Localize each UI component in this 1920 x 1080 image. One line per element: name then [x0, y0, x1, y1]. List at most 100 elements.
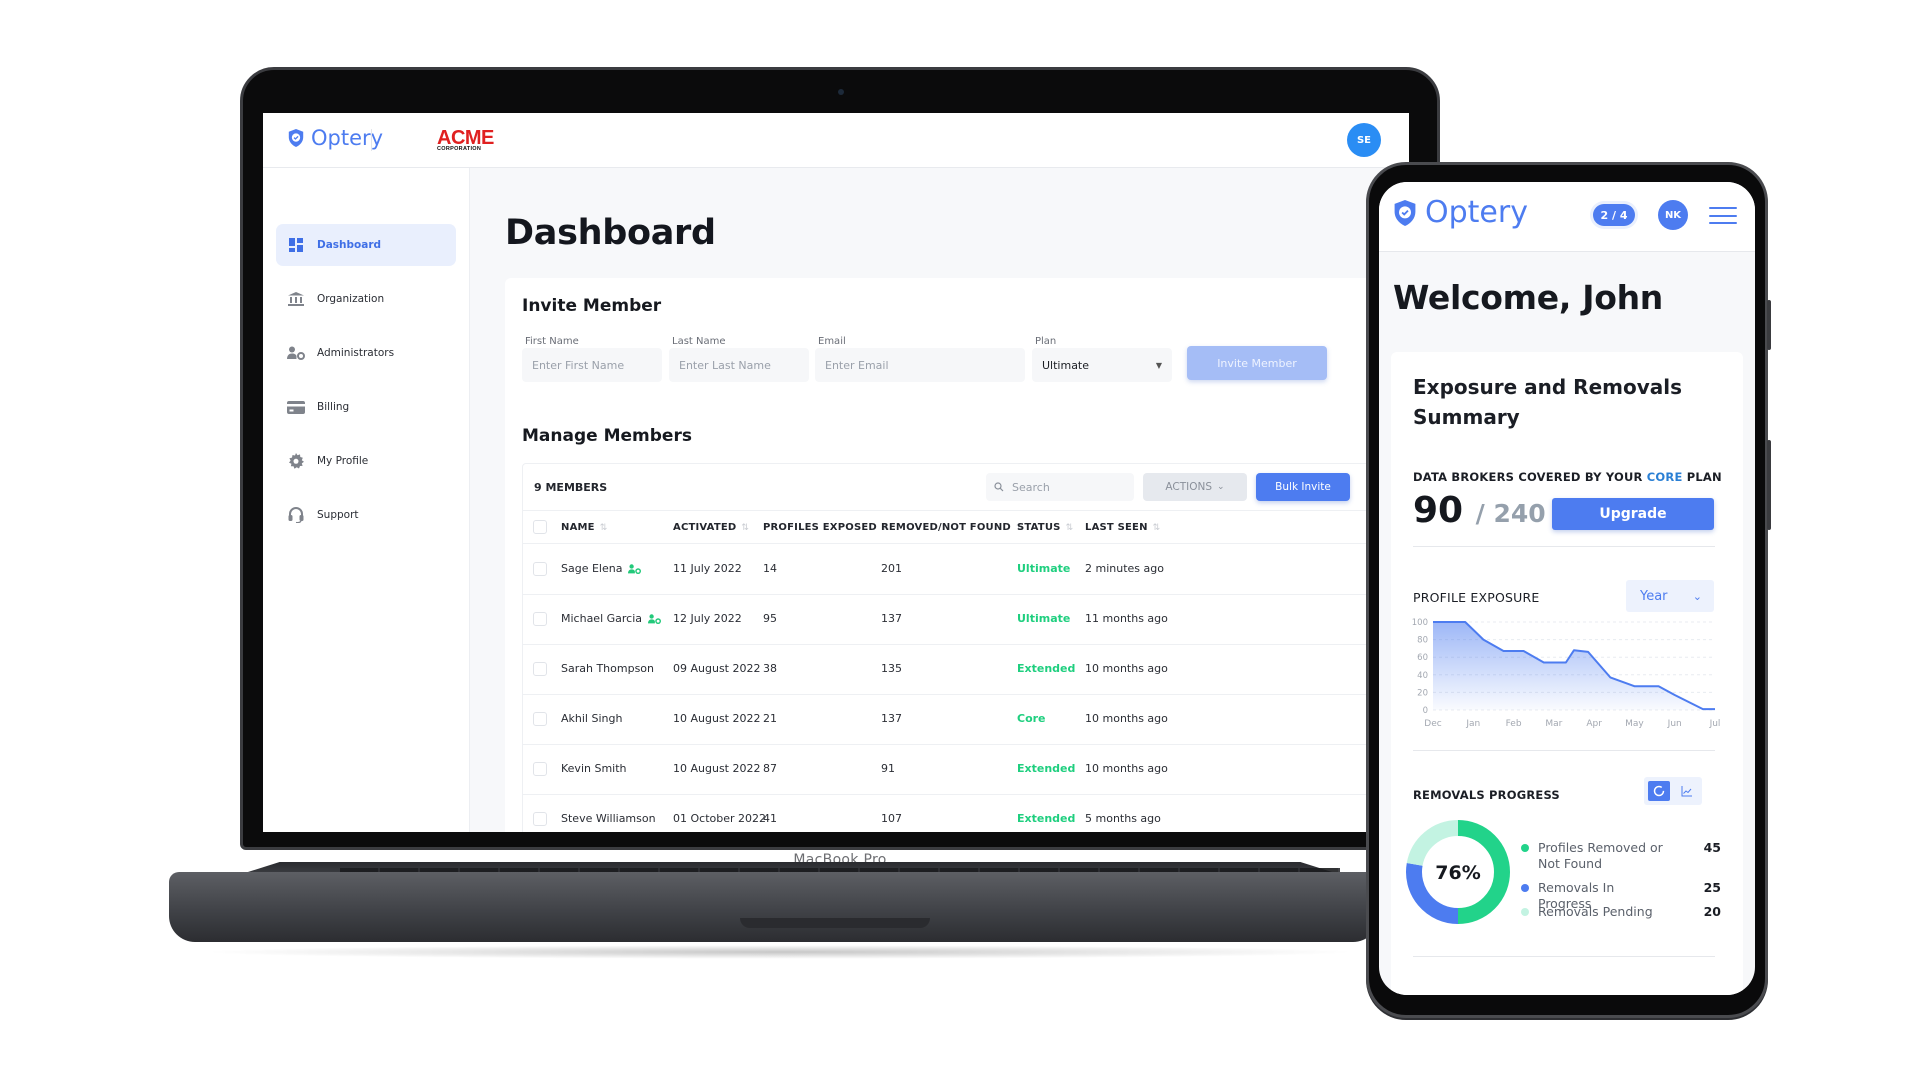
- donut-icon: [1653, 785, 1665, 797]
- column-header-removed[interactable]: REMOVED/NOT FOUND ⇅: [881, 522, 1024, 533]
- status-badge: Extended: [1017, 762, 1076, 775]
- column-label: LAST SEEN: [1085, 522, 1148, 533]
- legend-item: Profiles Removed or Not Found 45: [1521, 840, 1721, 872]
- status-badge: Core: [1017, 712, 1046, 725]
- actions-dropdown[interactable]: ACTIONS ⌄: [1143, 473, 1247, 501]
- column-label: ACTIVATED: [673, 522, 737, 533]
- table-header: NAME ⇅ ACTIVATED ⇅ PROFILES EXPOSED ⇅ REMOV…: [523, 510, 1409, 544]
- donut-center-label: 76%: [1435, 862, 1480, 884]
- slice-pending: [1406, 820, 1459, 867]
- member-name-cell: Sarah Thompson: [561, 662, 654, 675]
- row-checkbox[interactable]: [533, 612, 547, 626]
- status-badge: Extended: [1017, 662, 1076, 675]
- sidebar-item-label: Support: [317, 509, 359, 521]
- profile-exposure-chart: 0 20 40 60 80 100 Dec Jan Feb Mar Apr May Jun Jul: [1412, 618, 1721, 729]
- legend-swatch: [1521, 844, 1529, 852]
- removed-cell: 201: [881, 562, 902, 575]
- activated-cell: 12 July 2022: [673, 612, 742, 625]
- row-checkbox[interactable]: [533, 712, 547, 726]
- summary-title: Exposure and Removals Summary: [1413, 375, 1683, 429]
- phone-screen: Optery 2 / 4 NK Welcome, John Exposure a…: [1379, 182, 1755, 995]
- x-tick-label: May: [1625, 719, 1644, 729]
- search-input[interactable]: Search: [986, 473, 1134, 501]
- activated-cell: 10 August 2022: [673, 762, 761, 775]
- phone-header: Optery 2 / 4 NK: [1379, 182, 1755, 252]
- sidebar-item-billing[interactable]: Billing: [276, 386, 456, 428]
- table-row[interactable]: Michael Garcia 12 July 2022 95 137 Ultimate 1…: [523, 595, 1409, 645]
- partner-logo: ACME CORPORATION: [437, 128, 494, 153]
- legend-swatch: [1521, 884, 1529, 892]
- sidebar-item-label: Organization: [317, 293, 385, 305]
- first-name-input[interactable]: Enter First Name: [522, 348, 662, 382]
- optery-logo[interactable]: Optery: [1392, 195, 1528, 230]
- user-avatar[interactable]: SE: [1347, 123, 1381, 157]
- member-name: Michael Garcia: [561, 612, 643, 625]
- table-row[interactable]: Kevin Smith 10 August 2022 87 91 Extended 10 …: [523, 745, 1409, 795]
- sidebar-item-administrators[interactable]: Administrators: [276, 332, 456, 374]
- brand-name: Optery: [311, 126, 384, 150]
- user-gear-icon: [287, 345, 305, 361]
- table-row[interactable]: Steve Williamson 01 October 2022 41 107 Exte…: [523, 795, 1409, 832]
- x-tick-label: Jan: [1465, 719, 1480, 729]
- upgrade-button[interactable]: Upgrade: [1552, 498, 1714, 530]
- column-header-name[interactable]: NAME ⇅: [561, 522, 607, 533]
- donut-view-button[interactable]: [1648, 781, 1670, 801]
- line-view-button[interactable]: [1677, 781, 1697, 801]
- user-avatar[interactable]: NK: [1658, 200, 1688, 230]
- column-label: NAME: [561, 522, 595, 533]
- column-header-profiles-exposed[interactable]: PROFILES EXPOSED ⇅: [763, 522, 890, 533]
- sidebar-item-dashboard[interactable]: Dashboard: [276, 224, 456, 266]
- column-header-status[interactable]: STATUS ⇅: [1017, 522, 1073, 533]
- member-name: Steve Williamson: [561, 812, 656, 825]
- admin-user-icon: [648, 613, 662, 625]
- column-header-activated[interactable]: ACTIVATED ⇅: [673, 522, 749, 533]
- table-row[interactable]: Sarah Thompson 09 August 2022 38 135 Extende…: [523, 645, 1409, 695]
- first-name-label: First Name: [525, 336, 579, 347]
- last-name-input[interactable]: Enter Last Name: [669, 348, 809, 382]
- column-label: REMOVED/NOT FOUND: [881, 522, 1011, 533]
- removed-cell: 137: [881, 712, 902, 725]
- select-all-checkbox[interactable]: [533, 520, 547, 534]
- row-checkbox[interactable]: [533, 762, 547, 776]
- row-checkbox[interactable]: [533, 662, 547, 676]
- invite-member-button[interactable]: Invite Member: [1187, 346, 1327, 380]
- x-tick-label: Jun: [1667, 719, 1682, 729]
- column-header-last-seen[interactable]: LAST SEEN ⇅: [1085, 522, 1160, 533]
- range-select[interactable]: Year ⌄: [1626, 580, 1714, 612]
- onboarding-steps-badge[interactable]: 2 / 4: [1593, 204, 1635, 226]
- row-checkbox[interactable]: [533, 562, 547, 576]
- shield-check-icon: [288, 129, 304, 147]
- hamburger-menu-icon[interactable]: [1709, 207, 1737, 224]
- email-input[interactable]: Enter Email: [815, 348, 1025, 382]
- optery-logo[interactable]: Optery: [287, 126, 383, 150]
- profiles-exposed-cell: 38: [763, 662, 777, 675]
- x-tick-label: Feb: [1506, 719, 1522, 729]
- sidebar-item-label: Dashboard: [317, 239, 382, 251]
- invite-member-title: Invite Member: [522, 296, 662, 316]
- row-checkbox[interactable]: [533, 812, 547, 826]
- brokers-covered-label: DATA BROKERS COVERED BY YOUR CORE PLAN: [1413, 470, 1722, 484]
- legend-value: 45: [1703, 840, 1721, 855]
- member-name-cell: Sage Elena: [561, 562, 642, 575]
- profiles-exposed-cell: 87: [763, 762, 777, 775]
- sort-icon: ⇅: [1065, 522, 1074, 533]
- removed-cell: 107: [881, 812, 902, 825]
- plan-select[interactable]: Ultimate ▼: [1032, 348, 1172, 382]
- table-row[interactable]: Akhil Singh 10 August 2022 21 137 Core 10 mon…: [523, 695, 1409, 745]
- brand-name: Optery: [1425, 195, 1528, 230]
- removals-donut-chart: 76%: [1406, 820, 1510, 924]
- status-badge: Ultimate: [1017, 562, 1071, 575]
- bulk-invite-button[interactable]: Bulk Invite: [1256, 473, 1350, 501]
- plan-label: Plan: [1035, 336, 1057, 347]
- y-tick-label: 100: [1412, 618, 1428, 628]
- sidebar-item-support[interactable]: Support: [276, 494, 456, 536]
- legend-label: Removals Pending: [1538, 904, 1653, 919]
- sidebar-item-my-profile[interactable]: My Profile: [276, 440, 456, 482]
- table-row[interactable]: Sage Elena 11 July 2022 14 201 Ultimate 2 min…: [523, 545, 1409, 595]
- profile-exposure-label: PROFILE EXPOSURE: [1413, 590, 1540, 605]
- sidebar-item-label: My Profile: [317, 455, 369, 467]
- last-seen-cell: 5 months ago: [1085, 812, 1161, 825]
- sidebar-item-organization[interactable]: Organization: [276, 278, 456, 320]
- legend-value: 20: [1703, 904, 1721, 919]
- summary-card: Exposure and Removals Summary DATA BROKE…: [1391, 352, 1743, 995]
